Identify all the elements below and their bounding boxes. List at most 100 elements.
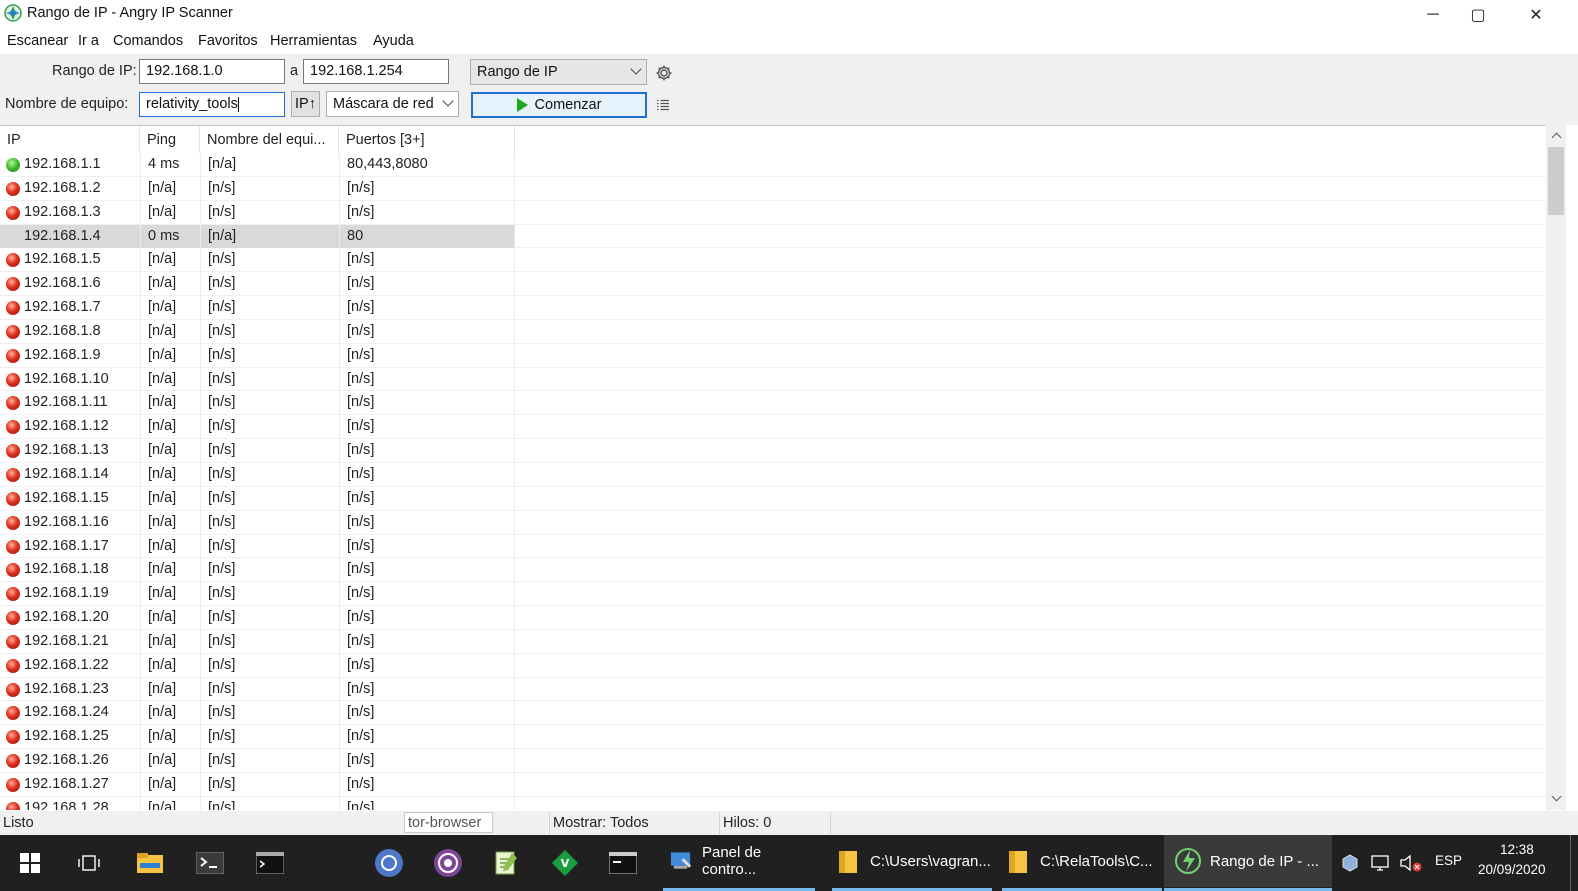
play-icon	[516, 98, 528, 112]
hostname-input[interactable]: relativity_tools	[139, 92, 285, 117]
file-explorer-icon[interactable]	[134, 847, 166, 879]
scroll-up-button[interactable]	[1546, 125, 1566, 145]
cell-ping: [n/a]	[140, 796, 200, 810]
notepad-plus-icon[interactable]	[490, 847, 522, 879]
clock-date[interactable]: 20/09/2020	[1478, 862, 1546, 877]
maximize-button[interactable]: ▢	[1449, 0, 1507, 30]
terminal-icon[interactable]	[194, 847, 226, 879]
table-row[interactable]: 192.168.1.3 [n/a] [n/s] [n/s]	[0, 200, 1546, 225]
table-row[interactable]: 192.168.1.13 [n/a] [n/s] [n/s]	[0, 439, 1546, 463]
table-row[interactable]: 192.168.1.10 [n/a] [n/s] [n/s]	[0, 367, 1546, 392]
angry-ip-scanner-logo-icon	[4, 4, 22, 22]
columns-list-icon[interactable]	[656, 99, 670, 111]
vertical-scrollbar[interactable]	[1546, 125, 1566, 810]
taskbar-app-angry-ip-active[interactable]: Rango de IP - ...	[1164, 835, 1332, 891]
table-row[interactable]: 192.168.1.15 [n/a] [n/s] [n/s]	[0, 486, 1546, 511]
table-row[interactable]: 192.168.1.18 [n/a] [n/s] [n/s]	[0, 558, 1546, 583]
table-row[interactable]: 192.168.1.6 [n/a] [n/s] [n/s]	[0, 272, 1546, 297]
table-row[interactable]: 192.168.1.22 [n/a] [n/s] [n/s]	[0, 653, 1546, 678]
close-button[interactable]: ✕	[1507, 0, 1565, 30]
cell-ping: [n/a]	[140, 653, 200, 678]
display-filter-status[interactable]: Mostrar: Todos	[549, 813, 717, 834]
start-button[interactable]: Comenzar	[471, 92, 647, 118]
column-header-hostname[interactable]: Nombre del equi...	[200, 126, 339, 153]
menu-ayuda[interactable]: Ayuda	[373, 33, 414, 49]
cell-ping: [n/a]	[140, 510, 200, 535]
task-view-icon[interactable]	[73, 847, 105, 879]
cmd-icon[interactable]	[254, 847, 286, 879]
taskbar-app-control-panel[interactable]: Panel de contro...	[663, 835, 815, 891]
cell-ping: [n/a]	[140, 629, 200, 654]
language-indicator[interactable]: ESP	[1435, 853, 1462, 868]
table-row[interactable]: 192.168.1.2 [n/a] [n/s] [n/s]	[0, 176, 1546, 201]
windows-start-icon[interactable]	[14, 847, 46, 879]
table-row[interactable]: 192.168.1.25 [n/a] [n/s] [n/s]	[0, 725, 1546, 750]
tor-browser-icon[interactable]	[432, 847, 464, 879]
virtualbox-tray-icon[interactable]	[1334, 847, 1366, 879]
table-row[interactable]: 192.168.1.7 [n/a] [n/s] [n/s]	[0, 296, 1546, 320]
cell-hostname: [n/s]	[200, 462, 339, 487]
table-row[interactable]: 192.168.1.11 [n/a] [n/s] [n/s]	[0, 391, 1546, 416]
table-row[interactable]: 192.168.1.27 [n/a] [n/s] [n/s]	[0, 772, 1546, 797]
table-row[interactable]: 192.168.1.28 [n/a] [n/s] [n/s]	[0, 796, 1546, 810]
table-row[interactable]: 192.168.1.9 [n/a] [n/s] [n/s]	[0, 343, 1546, 368]
column-header-ping[interactable]: Ping	[140, 126, 200, 153]
taskbar-app-label: C:\RelaTools\C...	[1040, 852, 1153, 870]
range-end-input[interactable]: 192.168.1.254	[303, 59, 449, 84]
column-header-ports[interactable]: Puertos [3+]	[339, 126, 515, 153]
table-row[interactable]: 192.168.1.4 0 ms [n/a] 80	[0, 224, 1546, 249]
table-row[interactable]: 192.168.1.17 [n/a] [n/s] [n/s]	[0, 534, 1546, 559]
cell-hostname: [n/s]	[200, 200, 339, 225]
volume-muted-icon[interactable]	[1395, 847, 1427, 879]
status-text: Listo	[3, 815, 34, 831]
scroll-down-button[interactable]	[1546, 788, 1566, 808]
table-row[interactable]: 192.168.1.20 [n/a] [n/s] [n/s]	[0, 606, 1546, 630]
console-icon[interactable]	[607, 847, 639, 879]
chevron-down-icon	[1551, 791, 1561, 801]
table-row[interactable]: 192.168.1.21 [n/a] [n/s] [n/s]	[0, 629, 1546, 654]
table-row[interactable]: 192.168.1.19 [n/a] [n/s] [n/s]	[0, 582, 1546, 607]
chevron-down-icon	[442, 95, 454, 107]
table-row[interactable]: 192.168.1.12 [n/a] [n/s] [n/s]	[0, 415, 1546, 440]
table-row[interactable]: 192.168.1.1 4 ms [n/a] 80,443,8080	[0, 153, 1546, 177]
menu-comandos[interactable]: Comandos	[113, 33, 183, 49]
gear-icon[interactable]	[655, 64, 673, 82]
range-to-label: a	[290, 63, 299, 79]
table-header: IP Ping Nombre del equi... Puertos [3+]	[0, 126, 1546, 153]
cell-ping: [n/a]	[140, 296, 200, 320]
table-row[interactable]: 192.168.1.14 [n/a] [n/s] [n/s]	[0, 462, 1546, 487]
show-desktop-button[interactable]	[1570, 835, 1571, 891]
vim-icon[interactable]: V	[549, 847, 581, 879]
ip-up-button[interactable]: IP↑	[291, 91, 320, 117]
table-row[interactable]: 192.168.1.24 [n/a] [n/s] [n/s]	[0, 701, 1546, 726]
chrome-icon[interactable]	[373, 847, 405, 879]
taskbar-app-explorer-users[interactable]: C:\Users\vagran...	[832, 835, 992, 891]
taskbar-app-explorer-relatools[interactable]: C:\RelaTools\C...	[1002, 835, 1162, 891]
table-row[interactable]: 192.168.1.5 [n/a] [n/s] [n/s]	[0, 248, 1546, 273]
network-icon[interactable]	[1365, 847, 1397, 879]
cell-ping: [n/a]	[140, 462, 200, 487]
cell-ping: [n/a]	[140, 439, 200, 463]
cell-hostname: [n/s]	[200, 439, 339, 463]
cell-ping: [n/a]	[140, 772, 200, 797]
netmask-select[interactable]: Máscara de red	[326, 91, 459, 117]
clock-time[interactable]: 12:38	[1500, 842, 1534, 857]
table-row[interactable]: 192.168.1.8 [n/a] [n/s] [n/s]	[0, 319, 1546, 344]
range-start-input[interactable]: 192.168.1.0	[139, 59, 285, 84]
feeder-select[interactable]: Rango de IP	[470, 59, 647, 85]
menu-ir-a[interactable]: Ir a	[78, 33, 99, 49]
cell-hostname: [n/s]	[200, 629, 339, 654]
cell-ip: 192.168.1.21	[24, 632, 109, 649]
menu-herramientas[interactable]: Herramientas	[270, 33, 357, 49]
menu-favoritos[interactable]: Favoritos	[198, 33, 258, 49]
menu-escanear[interactable]: Escanear	[7, 33, 68, 49]
cell-hostname: [n/a]	[200, 224, 339, 249]
table-row[interactable]: 192.168.1.26 [n/a] [n/s] [n/s]	[0, 749, 1546, 773]
folder-icon	[839, 851, 857, 873]
chevron-down-icon	[630, 63, 642, 75]
scroll-thumb[interactable]	[1548, 147, 1564, 215]
table-row[interactable]: 192.168.1.23 [n/a] [n/s] [n/s]	[0, 677, 1546, 702]
column-header-ip[interactable]: IP	[0, 126, 140, 153]
cell-ports: [n/s]	[339, 749, 515, 773]
table-row[interactable]: 192.168.1.16 [n/a] [n/s] [n/s]	[0, 510, 1546, 535]
